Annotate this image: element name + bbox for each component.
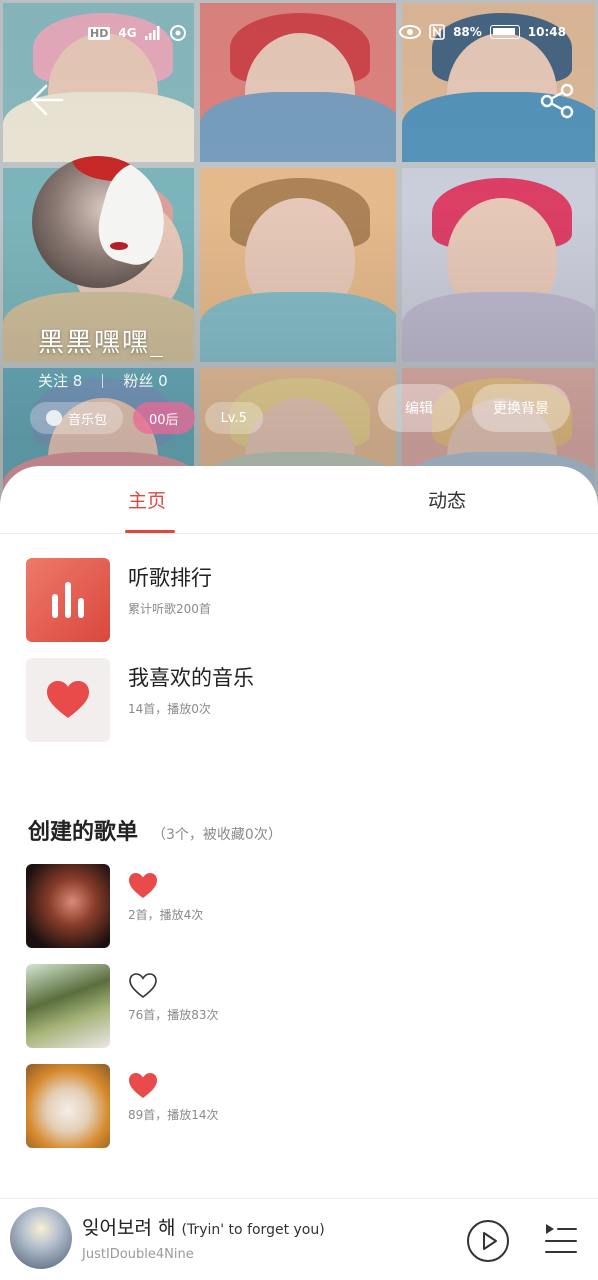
network-type: 4G — [118, 26, 137, 40]
now-playing-artist: JustIDouble4Nine — [82, 1247, 194, 1262]
playlist-cover — [26, 864, 110, 948]
profile-content: 主页 动态 听歌排行 累计听歌200首 我喜欢的音乐 14首，播放0次 创建的歌… — [0, 466, 598, 1280]
tab-bar: 主页 动态 — [0, 466, 598, 534]
nfc-icon — [429, 24, 445, 40]
tag-age-group[interactable]: 00后 — [133, 402, 195, 434]
section-meta: （3个，被收藏0次） — [152, 827, 282, 843]
app-notification-icon — [169, 25, 186, 41]
status-left: HD 4G — [88, 24, 187, 42]
change-background-button[interactable]: 更换背景 — [472, 384, 570, 432]
liked-cover — [26, 658, 110, 742]
fans-count[interactable]: 粉丝 0 — [123, 370, 167, 391]
song-title-english: (Tryin' to forget you) — [181, 1222, 325, 1238]
heart-icon — [47, 681, 89, 718]
playlist-meta: 76首，播放83次 — [128, 1008, 219, 1022]
tag-level[interactable]: Lv.5 — [204, 402, 263, 434]
row-title: 听歌排行 — [128, 566, 212, 590]
tab-dynamic[interactable]: 动态 — [428, 486, 466, 513]
playlist-queue-icon[interactable] — [544, 1221, 578, 1255]
follow-count[interactable]: 关注 8 — [38, 370, 82, 391]
created-playlists-header: 创建的歌单 （3个，被收藏0次） — [28, 814, 282, 846]
tag-label: 音乐包 — [68, 412, 108, 428]
avatar[interactable] — [32, 156, 164, 288]
edit-profile-button[interactable]: 编辑 — [378, 384, 460, 432]
row-title: 我喜欢的音乐 — [128, 666, 254, 690]
row-subtitle: 14首，播放0次 — [128, 702, 211, 716]
playlist-row[interactable]: 2首，播放4次 — [26, 864, 576, 948]
music-package-icon — [46, 410, 62, 426]
username: 黑黑嘿嘿_ — [38, 328, 166, 358]
battery-percent: 88% — [453, 25, 482, 39]
now-playing-art[interactable] — [10, 1207, 72, 1269]
playlist-meta: 89首，播放14次 — [128, 1108, 219, 1122]
liked-music-row[interactable]: 我喜欢的音乐 14首，播放0次 — [26, 658, 576, 742]
play-icon[interactable] — [466, 1219, 510, 1263]
playlist-row[interactable]: 76首，播放83次 — [26, 964, 576, 1048]
playlist-row[interactable]: 89首，播放14次 — [26, 1064, 576, 1148]
heart-filled-icon — [129, 1073, 157, 1098]
stat-divider — [102, 373, 104, 388]
playlist-cover — [26, 1064, 110, 1148]
mini-player[interactable]: 잊어보려 해 (Tryin' to forget you) JustIDoubl… — [0, 1198, 598, 1280]
profile-tags: 音乐包 00后 Lv.5 — [30, 402, 263, 434]
tag-music-package[interactable]: 音乐包 — [30, 402, 124, 434]
tab-home[interactable]: 主页 — [128, 486, 166, 513]
bar-chart-icon — [52, 582, 84, 618]
now-playing-title: 잊어보려 해 (Tryin' to forget you) — [82, 1213, 325, 1240]
tag-label: Lv.5 — [220, 410, 247, 426]
tag-label: 00后 — [149, 412, 179, 428]
row-subtitle: 累计听歌200首 — [128, 602, 211, 616]
tab-indicator — [125, 530, 175, 533]
eye-comfort-icon — [399, 25, 422, 39]
playlist-cover — [26, 964, 110, 1048]
ranking-cover — [26, 558, 110, 642]
heart-outline-icon — [129, 973, 157, 999]
hd-badge: HD — [88, 26, 111, 40]
signal-icon — [144, 26, 160, 40]
song-title-korean: 잊어보려 해 — [82, 1217, 176, 1239]
share-icon[interactable] — [538, 82, 576, 120]
heart-filled-icon — [129, 873, 157, 898]
battery-icon — [489, 25, 520, 39]
listening-rank-row[interactable]: 听歌排行 累计听歌200首 — [26, 558, 576, 642]
status-right: 88% 10:48 — [399, 24, 566, 40]
back-arrow-icon[interactable] — [28, 82, 64, 118]
playlist-meta: 2首，播放4次 — [128, 908, 204, 922]
status-bar: HD 4G 88% 10:48 — [0, 18, 598, 52]
follow-stats: 关注 8 粉丝 0 — [38, 370, 168, 391]
section-title: 创建的歌单 — [28, 819, 139, 845]
clock: 10:48 — [527, 25, 566, 39]
